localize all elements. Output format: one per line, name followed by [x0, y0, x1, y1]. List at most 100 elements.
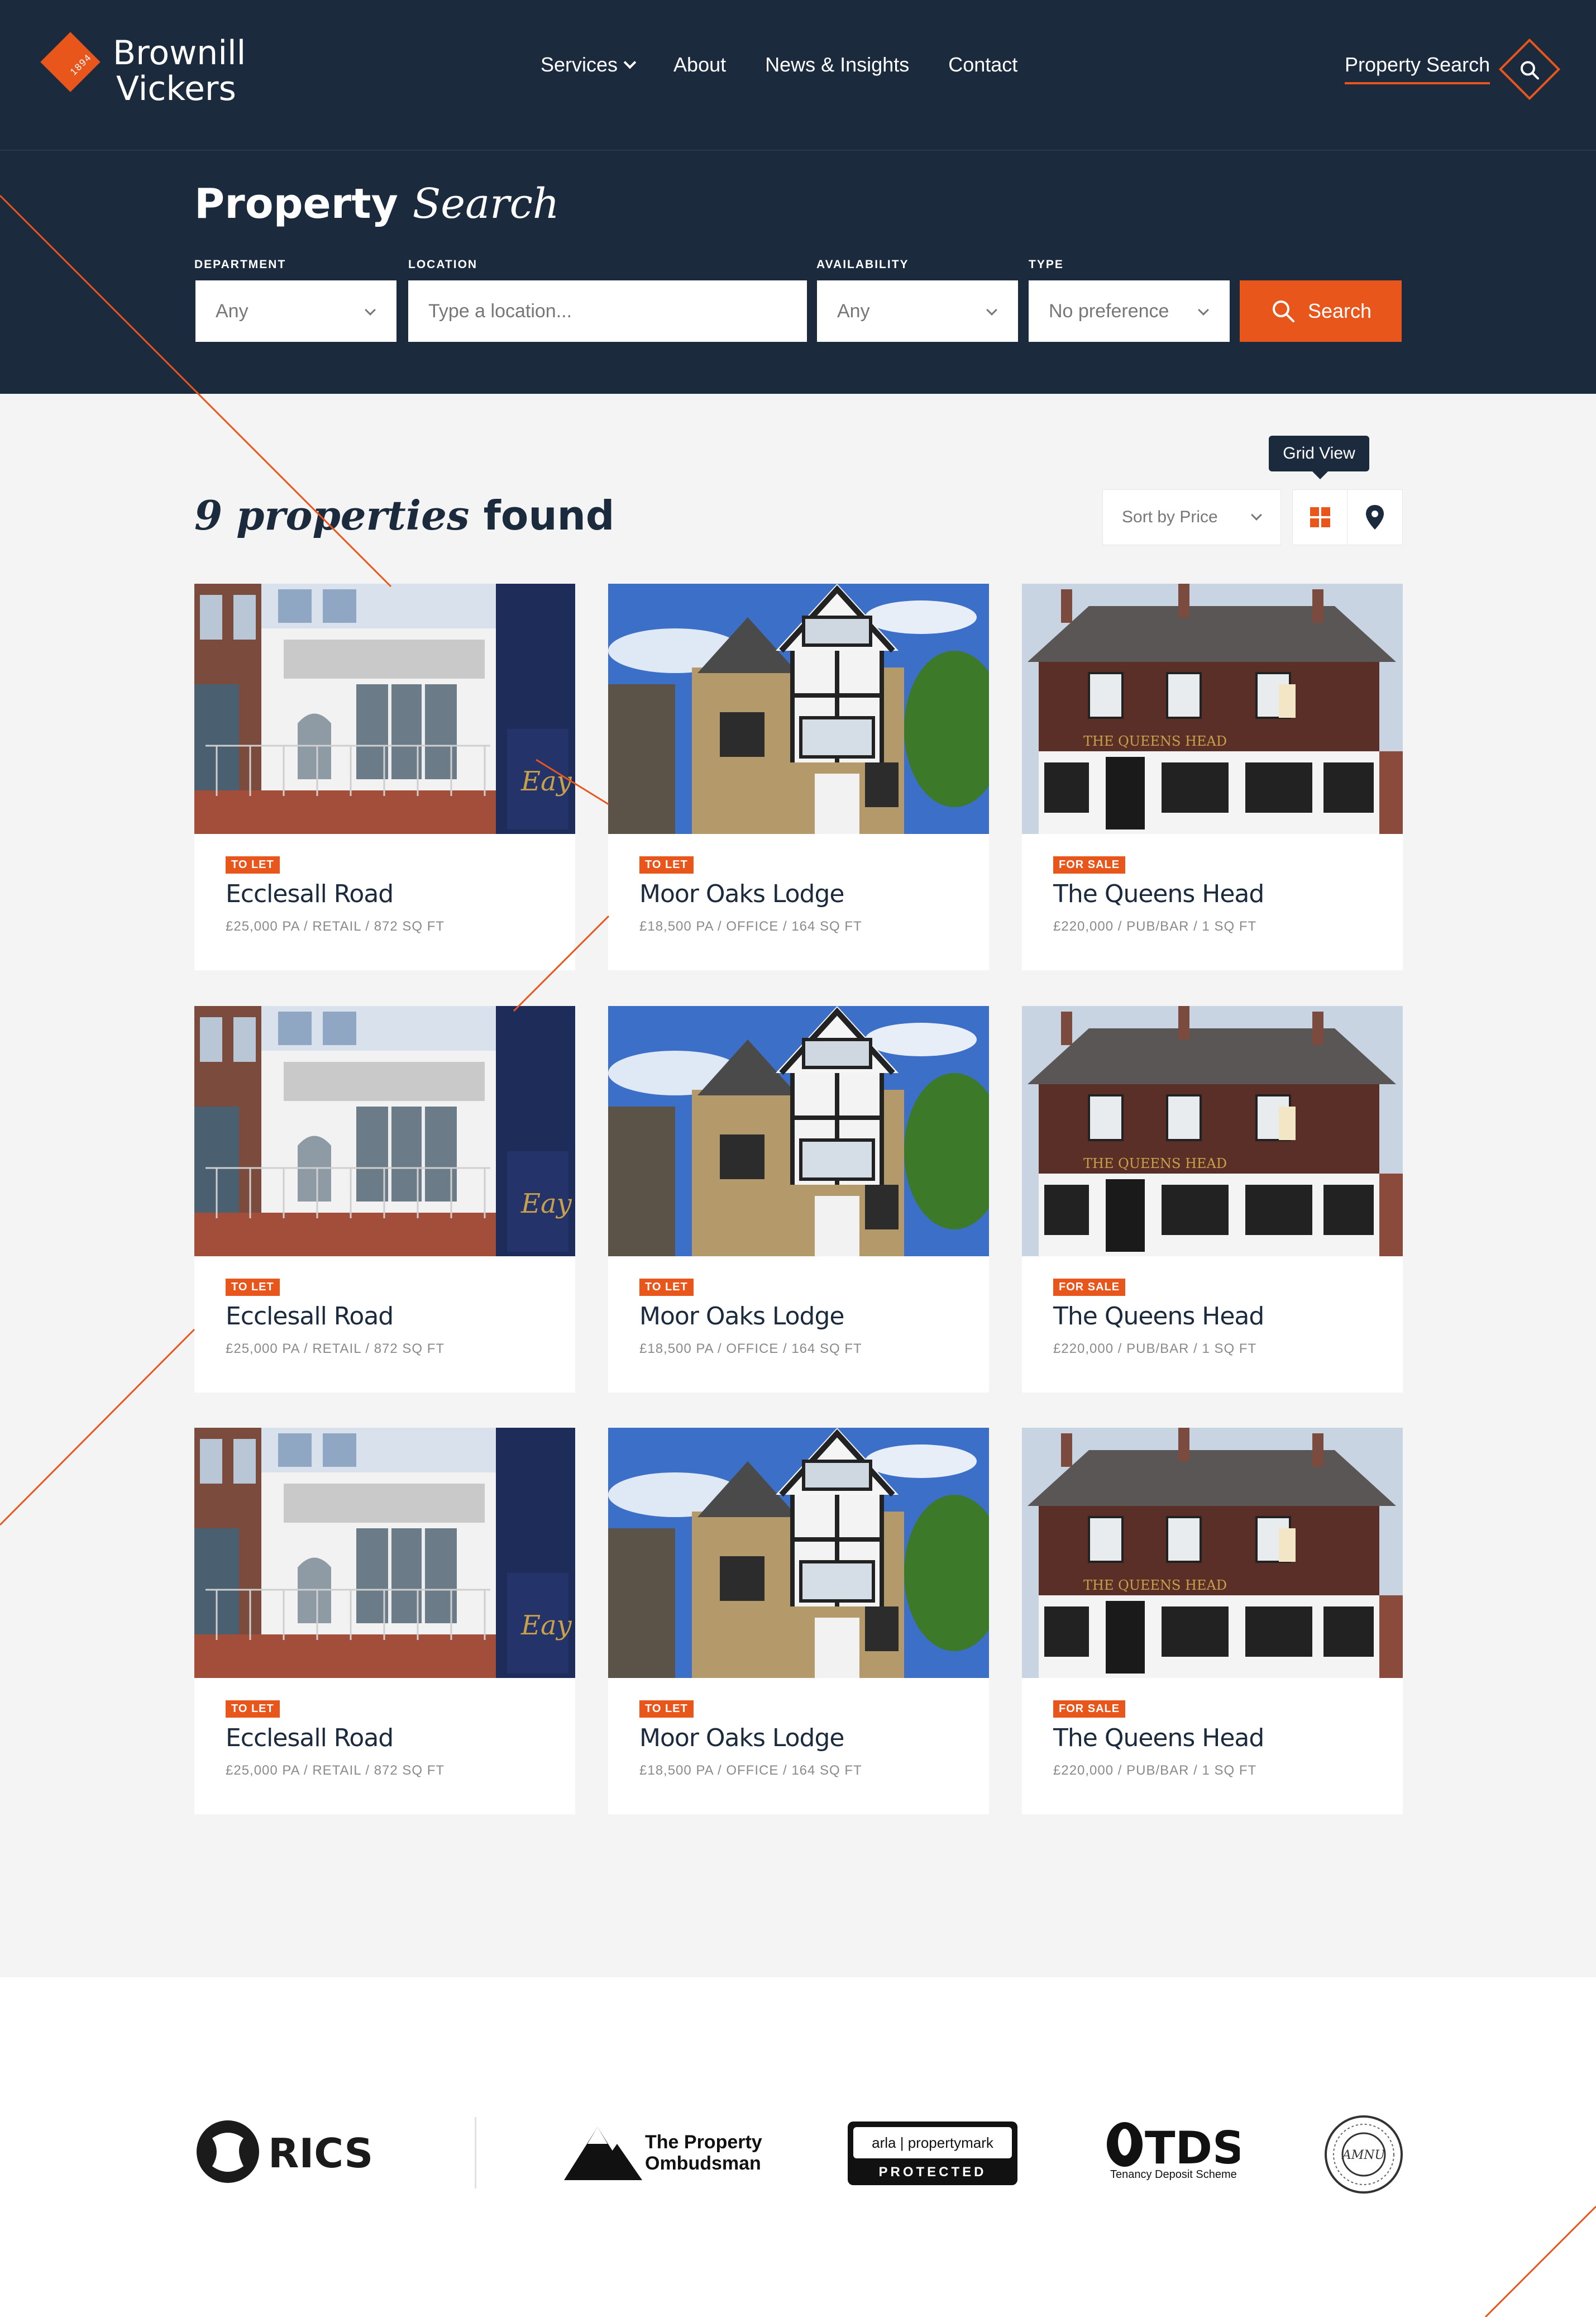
nav-contact-label: Contact: [948, 53, 1018, 76]
property-card[interactable]: TO LET Moor Oaks Lodge £18,500 PA / OFFICE…: [608, 584, 989, 970]
property-ombudsman-logo[interactable]: The Property Ombudsman: [564, 2121, 765, 2186]
svg-text:Eay: Eay: [520, 1188, 572, 1219]
grid-view-button[interactable]: [1292, 489, 1348, 545]
department-value: Any: [216, 300, 249, 322]
brand-name-line2: Vickers: [116, 69, 236, 108]
property-meta: £18,500 PA / OFFICE / 164 SQ FT: [639, 919, 862, 934]
tpo-line1: The Property: [645, 2132, 762, 2153]
header-search-button[interactable]: [1498, 38, 1561, 101]
status-badge: TO LET: [226, 856, 280, 874]
property-title[interactable]: The Queens Head: [1053, 1302, 1264, 1331]
property-title[interactable]: Moor Oaks Lodge: [639, 1302, 844, 1331]
type-select[interactable]: No preference: [1029, 280, 1230, 342]
status-badge: FOR SALE: [1053, 856, 1126, 874]
chevron-down-icon: [1251, 509, 1262, 521]
footer-divider: [475, 2117, 476, 2189]
svg-text:THE QUEENS HEAD: THE QUEENS HEAD: [1083, 1156, 1227, 1171]
nav-about[interactable]: About: [673, 53, 726, 77]
seal-text: AMNU: [1341, 2148, 1386, 2162]
property-image[interactable]: [608, 1006, 989, 1256]
type-value: No preference: [1049, 300, 1169, 322]
status-badge: FOR SALE: [1053, 1700, 1126, 1718]
chevron-down-icon: [1198, 304, 1209, 316]
property-image[interactable]: THE QUEENS HEAD: [1022, 1428, 1403, 1678]
property-image[interactable]: Eay: [194, 1428, 575, 1678]
nav-contact[interactable]: Contact: [948, 53, 1017, 77]
brand-name: Brownill Vickers: [113, 35, 246, 107]
property-image[interactable]: Eay: [194, 584, 575, 834]
property-meta: £220,000 / PUB/BAR / 1 SQ FT: [1053, 1341, 1257, 1356]
property-title[interactable]: Moor Oaks Lodge: [639, 1724, 844, 1752]
tds-main-text: TDS: [1145, 2122, 1240, 2174]
property-meta: £25,000 PA / RETAIL / 872 SQ FT: [226, 1763, 445, 1778]
svg-text:THE QUEENS HEAD: THE QUEENS HEAD: [1083, 1577, 1227, 1593]
nav-about-label: About: [673, 53, 727, 76]
grid-icon: [1310, 507, 1330, 527]
page-title-plain: Property: [194, 180, 398, 228]
property-card[interactable]: Eay TO LET Ecclesall Road £25,000 PA / RET…: [194, 1006, 575, 1393]
nav-news-insights[interactable]: News & Insights: [765, 53, 909, 77]
nav-services-label: Services: [541, 53, 618, 76]
nav-services[interactable]: Services: [541, 53, 637, 77]
page-title: Property Search: [194, 180, 560, 228]
property-card[interactable]: THE QUEENS HEAD FOR SALE The Queens Head £…: [1022, 1428, 1403, 1814]
property-search-link[interactable]: Property Search: [1345, 53, 1490, 84]
type-label: TYPE: [1029, 258, 1064, 271]
property-image[interactable]: THE QUEENS HEAD: [1022, 584, 1403, 834]
property-image[interactable]: Eay: [194, 1006, 575, 1256]
map-pin-icon: [1366, 505, 1384, 530]
chevron-down-icon: [986, 304, 997, 316]
property-card[interactable]: TO LET Moor Oaks Lodge £18,500 PA / OFFICE…: [608, 1006, 989, 1393]
property-card[interactable]: THE QUEENS HEAD FOR SALE The Queens Head £…: [1022, 584, 1403, 970]
location-placeholder: Type a location...: [428, 300, 572, 322]
results-count: 9 properties found: [194, 492, 614, 539]
status-badge: TO LET: [639, 1700, 694, 1718]
tpo-line2: Ombudsman: [645, 2153, 761, 2174]
property-title[interactable]: Moor Oaks Lodge: [639, 880, 844, 908]
property-meta: £25,000 PA / RETAIL / 872 SQ FT: [226, 1341, 445, 1356]
main-menu: Services About News & Insights Contact: [541, 53, 1017, 77]
ombudsman-seal-logo[interactable]: AMNU: [1323, 2114, 1404, 2197]
status-badge: TO LET: [639, 1279, 694, 1296]
property-title[interactable]: The Queens Head: [1053, 1724, 1264, 1752]
search-button-label: Search: [1307, 299, 1372, 322]
property-title[interactable]: Ecclesall Road: [226, 880, 394, 908]
rics-logo[interactable]: RICS: [195, 2116, 385, 2191]
sort-select[interactable]: Sort by Price: [1102, 489, 1281, 545]
property-card[interactable]: THE QUEENS HEAD FOR SALE The Queens Head £…: [1022, 1006, 1403, 1393]
property-card[interactable]: Eay TO LET Ecclesall Road £25,000 PA / RET…: [194, 584, 575, 970]
brand-logo[interactable]: 1894 Brownill Vickers: [39, 25, 262, 115]
rics-text: RICS: [268, 2130, 373, 2177]
property-title[interactable]: Ecclesall Road: [226, 1302, 394, 1331]
top-navigation: 1894 Brownill Vickers Services About New…: [0, 0, 1596, 151]
department-select[interactable]: Any: [195, 280, 396, 342]
search-button[interactable]: Search: [1240, 280, 1402, 342]
chevron-down-icon: [365, 304, 376, 316]
property-image[interactable]: [608, 1428, 989, 1678]
property-card[interactable]: TO LET Moor Oaks Lodge £18,500 PA / OFFICE…: [608, 1428, 989, 1814]
property-image[interactable]: [608, 584, 989, 834]
status-badge: FOR SALE: [1053, 1279, 1126, 1296]
property-meta: £18,500 PA / OFFICE / 164 SQ FT: [639, 1341, 862, 1356]
status-badge: TO LET: [226, 1700, 280, 1718]
brand-name-line1: Brownill: [113, 34, 246, 73]
status-badge: TO LET: [639, 856, 694, 874]
nav-news-label: News & Insights: [765, 53, 910, 76]
sort-label: Sort by Price: [1122, 508, 1218, 526]
property-title[interactable]: The Queens Head: [1053, 880, 1264, 908]
status-badge: TO LET: [226, 1279, 280, 1296]
chevron-down-icon: [623, 56, 637, 69]
arla-propertymark-logo[interactable]: arla | propertymark PROTECTED: [848, 2121, 1017, 2188]
availability-select[interactable]: Any: [817, 280, 1018, 342]
arla-top-text: arla | propertymark: [872, 2134, 994, 2151]
tds-logo[interactable]: TDS Tenancy Deposit Scheme: [1106, 2120, 1245, 2184]
property-card[interactable]: Eay TO LET Ecclesall Road £25,000 PA / RET…: [194, 1428, 575, 1814]
property-image[interactable]: THE QUEENS HEAD: [1022, 1006, 1403, 1256]
property-title[interactable]: Ecclesall Road: [226, 1724, 394, 1752]
grid-view-tooltip: Grid View: [1269, 436, 1369, 479]
location-input[interactable]: Type a location...: [408, 280, 807, 342]
location-label: LOCATION: [408, 258, 478, 271]
map-view-button[interactable]: [1347, 489, 1403, 545]
search-icon: [1521, 61, 1539, 80]
svg-text:Eay: Eay: [520, 766, 572, 797]
